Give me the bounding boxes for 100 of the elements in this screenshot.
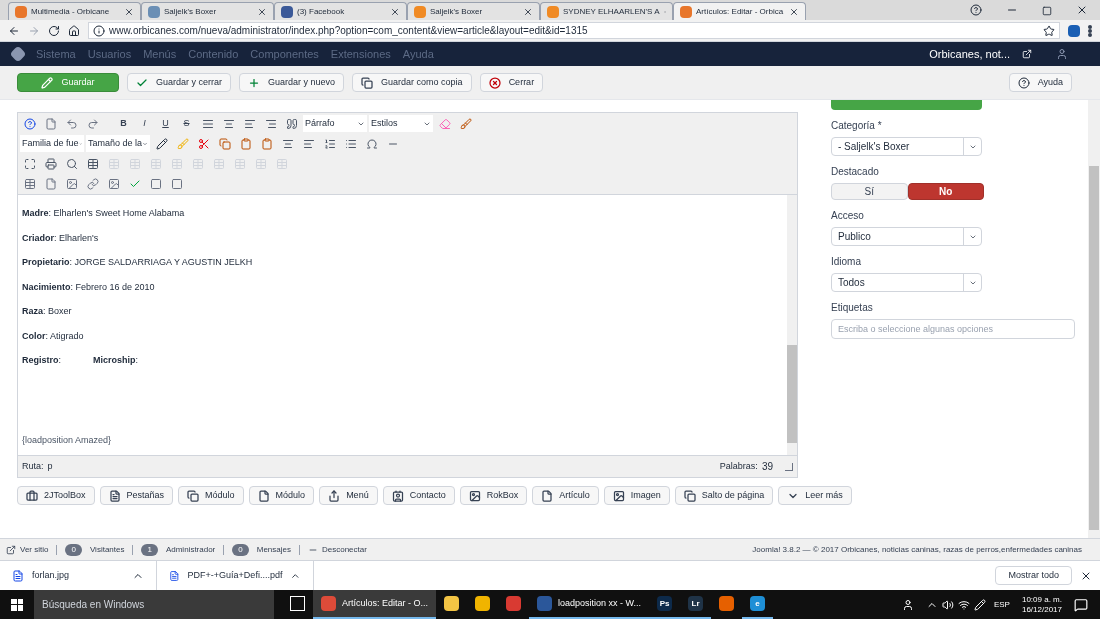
browser-tab[interactable]: Saljelk's Boxer bbox=[141, 2, 274, 20]
volume-icon[interactable] bbox=[941, 598, 954, 611]
toolbar-button[interactable]: Guardar como copia bbox=[352, 73, 472, 92]
file-icon bbox=[12, 569, 24, 582]
taskbar-app[interactable]: Artículos: Editar - O... bbox=[313, 590, 437, 619]
editor-button[interactable]: RokBox bbox=[459, 486, 528, 505]
path-value[interactable]: p bbox=[47, 459, 53, 474]
info-icon[interactable] bbox=[93, 24, 105, 37]
browser-tab[interactable]: (3) Facebook bbox=[274, 2, 407, 20]
show-all-button[interactable]: Mostrar todo bbox=[995, 566, 1072, 585]
format-tool[interactable]: B bbox=[114, 116, 133, 131]
close-icon[interactable] bbox=[789, 6, 799, 17]
pen-icon[interactable] bbox=[973, 598, 986, 611]
taskbar-search-field[interactable]: Búsqueda en Windows bbox=[34, 590, 274, 619]
field-label: Categoría * bbox=[831, 119, 883, 133]
editor-button[interactable]: Módulo bbox=[178, 486, 244, 505]
contact-icon bbox=[391, 489, 404, 502]
external-link-icon bbox=[1022, 49, 1032, 59]
browser-tab[interactable]: Multimedia - Orbicane bbox=[8, 2, 141, 20]
help-button[interactable]: Ayuda bbox=[1008, 73, 1072, 92]
taskbar-app[interactable]: loadposition xx - W... bbox=[529, 590, 650, 619]
editor-button[interactable]: 2JToolBox bbox=[17, 486, 95, 505]
article-text: Criador: Elharlen's bbox=[22, 231, 99, 245]
taskbar-app[interactable]: Ps bbox=[649, 590, 681, 619]
favicon-icon bbox=[414, 5, 426, 18]
help-icon bbox=[1017, 76, 1030, 89]
taskbar-app[interactable]: Lr bbox=[680, 590, 712, 619]
format-tool[interactable]: U bbox=[156, 116, 175, 131]
resize-handle-icon[interactable] bbox=[785, 462, 793, 471]
format-tool[interactable]: S bbox=[177, 116, 196, 131]
favicon-icon bbox=[15, 5, 27, 18]
close-icon bbox=[488, 76, 501, 89]
language-indicator[interactable]: ESP bbox=[993, 598, 1010, 611]
back-icon[interactable] bbox=[8, 24, 20, 37]
editor-button[interactable]: Módulo bbox=[248, 486, 315, 505]
field-label: Acceso bbox=[831, 209, 865, 223]
copyright-text: Joomla! 3.8.2 — © 2017 Orbicanes, noticias caninas, razas de perros,enfermedades caninas bbox=[752, 543, 1082, 556]
status-link[interactable]: Visitantes bbox=[89, 543, 125, 556]
home-icon[interactable] bbox=[68, 24, 80, 37]
close-icon[interactable] bbox=[523, 6, 533, 17]
category-select[interactable]: - Saljelk's Boxer bbox=[831, 137, 982, 156]
editor-button[interactable]: Contacto bbox=[382, 486, 455, 505]
article-text: {loadposition Amazed} bbox=[22, 433, 113, 447]
font-family-select[interactable]: Familia de fue bbox=[20, 135, 84, 152]
network-icon[interactable] bbox=[957, 598, 970, 611]
menu-icon[interactable] bbox=[1088, 24, 1092, 37]
article-text: Color: Atigrado bbox=[22, 329, 84, 343]
plus-icon bbox=[248, 76, 261, 89]
access-select[interactable]: Publico bbox=[831, 227, 982, 246]
restore-icon[interactable] bbox=[1042, 6, 1052, 16]
tags-field[interactable]: Escriba o seleccione algunas opciones bbox=[831, 319, 1075, 339]
toolbar-button[interactable]: Cerrar bbox=[479, 73, 544, 92]
user-icon[interactable] bbox=[1056, 48, 1068, 60]
status-link[interactable]: Mensajes bbox=[256, 543, 291, 556]
editor-button[interactable]: Leer más bbox=[778, 486, 852, 505]
people-icon[interactable] bbox=[901, 598, 914, 611]
toggle-option[interactable]: No bbox=[907, 183, 984, 200]
editor-button[interactable]: Artículo bbox=[532, 486, 599, 505]
toggle-option[interactable]: Sí bbox=[831, 183, 908, 200]
clock[interactable]: 10:09 a. m. 16/12/2017 bbox=[1021, 594, 1062, 615]
favicon-icon bbox=[547, 5, 559, 18]
site-link[interactable]: Orbicanes, not... bbox=[929, 45, 1010, 63]
star-icon[interactable] bbox=[1043, 24, 1055, 37]
word-count-label: Palabras: bbox=[719, 459, 758, 473]
address-bar[interactable]: www.orbicanes.com/nueva/administrator/index.php?option=com_content&view=article&layout=edit&id=1315 bbox=[88, 22, 1060, 39]
file-icon bbox=[257, 489, 270, 502]
share-icon bbox=[328, 489, 341, 502]
logout-link[interactable]: Desconectar bbox=[308, 543, 367, 556]
toolbar-button[interactable]: Guardar y cerrar bbox=[127, 73, 232, 92]
count-badge: 0 bbox=[65, 543, 82, 556]
count-badge: 1 bbox=[141, 543, 158, 556]
browser-tab[interactable]: Saljelk's Boxer bbox=[407, 2, 540, 20]
editor-button[interactable]: Pestañas bbox=[99, 486, 174, 505]
notifications-icon[interactable] bbox=[1074, 597, 1088, 612]
article-text: Microship: bbox=[93, 354, 139, 367]
taskbar-app[interactable]: e bbox=[742, 590, 774, 619]
language-select[interactable]: Todos bbox=[831, 273, 982, 292]
close-icon[interactable] bbox=[390, 6, 400, 17]
article-text: Propietario: JORGE SALDARRIAGA Y AGUSTIN JELKH bbox=[22, 256, 253, 269]
styles-select[interactable]: Estilos bbox=[369, 115, 433, 132]
extension-icon[interactable] bbox=[1068, 24, 1080, 37]
close-icon[interactable] bbox=[124, 6, 134, 17]
status-link[interactable]: Administrador bbox=[165, 543, 216, 556]
font-size-select[interactable]: Tamaño de la bbox=[86, 135, 150, 152]
browser-tab[interactable]: SYDNEY ELHAARLEN'S A bbox=[540, 2, 673, 20]
image-icon bbox=[468, 489, 481, 502]
format-select[interactable]: Párrafo bbox=[303, 115, 367, 132]
briefcase-icon bbox=[26, 489, 38, 502]
editor-button[interactable]: Salto de página bbox=[674, 486, 774, 505]
toolbar-button[interactable]: Guardar y nuevo bbox=[239, 73, 345, 92]
image-icon bbox=[612, 489, 625, 502]
editor-button[interactable]: Menú bbox=[319, 486, 378, 505]
view-site-link[interactable]: Ver sitio bbox=[6, 543, 49, 556]
format-tool[interactable]: I bbox=[135, 116, 154, 131]
browser-tab[interactable]: Artículos: Editar - Orbica bbox=[673, 2, 806, 20]
close-icon[interactable] bbox=[1076, 4, 1088, 16]
copy-icon bbox=[683, 489, 696, 502]
reload-icon[interactable] bbox=[48, 24, 60, 37]
editor-button[interactable]: Imagen bbox=[603, 486, 670, 505]
close-icon[interactable] bbox=[257, 6, 267, 17]
